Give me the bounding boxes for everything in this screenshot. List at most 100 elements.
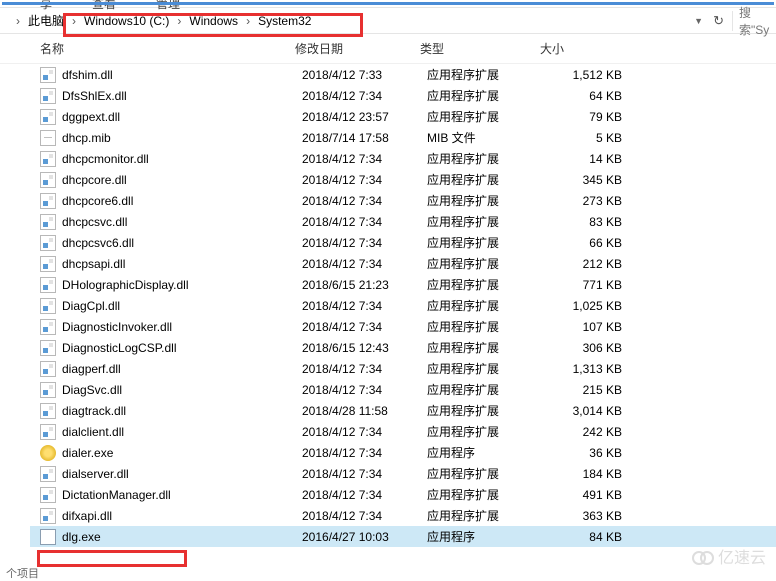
file-row[interactable]: DictationManager.dll2018/4/12 7:34应用程序扩展… [30,484,776,505]
file-type: 应用程序扩展 [427,150,547,167]
file-row[interactable]: DfsShlEx.dll2018/4/12 7:34应用程序扩展64 KB [30,85,776,106]
search-placeholder: 搜索"Sy [739,4,776,38]
file-date: 2018/4/12 7:34 [302,215,427,229]
file-type: 应用程序扩展 [427,402,547,419]
dll-icon [40,298,56,314]
crumb-root[interactable]: 此电脑 [22,10,70,32]
file-row[interactable]: dhcpcore.dll2018/4/12 7:34应用程序扩展345 KB [30,169,776,190]
watermark: 亿速云 [692,544,766,568]
file-row[interactable]: DiagnosticInvoker.dll2018/4/12 7:34应用程序扩… [30,316,776,337]
file-date: 2018/4/12 7:34 [302,320,427,334]
dropdown-icon[interactable]: ▼ [694,16,703,26]
file-row[interactable]: dialclient.dll2018/4/12 7:34应用程序扩展242 KB [30,421,776,442]
dll-icon [40,151,56,167]
dll-icon [40,88,56,104]
file-row[interactable]: difxapi.dll2018/4/12 7:34应用程序扩展363 KB [30,505,776,526]
file-type: MIB 文件 [427,129,547,146]
file-row[interactable]: DHolographicDisplay.dll2018/6/15 21:23应用… [30,274,776,295]
file-size: 5 KB [547,131,622,145]
file-row[interactable]: DiagSvc.dll2018/4/12 7:34应用程序扩展215 KB [30,379,776,400]
file-name: dialclient.dll [62,425,302,439]
col-name[interactable]: 名称 [40,40,295,57]
file-type: 应用程序扩展 [427,213,547,230]
status-bar: 个项目 [0,569,776,576]
file-type: 应用程序扩展 [427,381,547,398]
file-size: 363 KB [547,509,622,523]
chevron-right-icon[interactable]: › [14,14,22,28]
refresh-icon[interactable]: ↻ [713,13,724,29]
file-type: 应用程序扩展 [427,423,547,440]
file-row[interactable]: dhcp.mib2018/7/14 17:58MIB 文件5 KB [30,127,776,148]
file-name: dialserver.dll [62,467,302,481]
col-date[interactable]: 修改日期 [295,40,420,57]
crumb-windows[interactable]: Windows [183,10,244,32]
file-size: 273 KB [547,194,622,208]
file-row[interactable]: dhcpcmonitor.dll2018/4/12 7:34应用程序扩展14 K… [30,148,776,169]
file-date: 2018/4/12 23:57 [302,110,427,124]
chevron-right-icon[interactable]: › [70,14,78,28]
file-type: 应用程序扩展 [427,318,547,335]
file-row[interactable]: diagperf.dll2018/4/12 7:34应用程序扩展1,313 KB [30,358,776,379]
file-row[interactable]: DiagCpl.dll2018/4/12 7:34应用程序扩展1,025 KB [30,295,776,316]
address-bar: › 此电脑 › Windows10 (C:) › Windows › Syste… [0,8,776,34]
dialer-icon [40,445,56,461]
dll-icon [40,67,56,83]
file-date: 2018/4/12 7:34 [302,194,427,208]
dll-icon [40,403,56,419]
file-row[interactable]: dialer.exe2018/4/12 7:34应用程序36 KB [30,442,776,463]
file-date: 2016/4/27 10:03 [302,530,427,544]
dll-icon [40,508,56,524]
col-type[interactable]: 类型 [420,40,540,57]
dll-icon [40,193,56,209]
file-type: 应用程序扩展 [427,276,547,293]
file-name: dhcpcsvc.dll [62,215,302,229]
file-name: dhcpcore.dll [62,173,302,187]
file-size: 64 KB [547,89,622,103]
file-date: 2018/4/12 7:34 [302,488,427,502]
file-type: 应用程序扩展 [427,255,547,272]
dll-icon [40,487,56,503]
file-name: DiagSvc.dll [62,383,302,397]
dll-icon [40,340,56,356]
file-date: 2018/4/12 7:34 [302,446,427,460]
file-name: DiagCpl.dll [62,299,302,313]
file-row[interactable]: dhcpcsvc.dll2018/4/12 7:34应用程序扩展83 KB [30,211,776,232]
file-row[interactable]: dfshim.dll2018/4/12 7:33应用程序扩展1,512 KB [30,64,776,85]
file-name: dhcpsapi.dll [62,257,302,271]
file-row[interactable]: dhcpcsvc6.dll2018/4/12 7:34应用程序扩展66 KB [30,232,776,253]
dll-icon [40,382,56,398]
col-size[interactable]: 大小 [540,40,620,57]
watermark-text: 亿速云 [718,544,766,568]
file-row[interactable]: dlg.exe2016/4/27 10:03应用程序84 KB [30,526,776,547]
file-date: 2018/6/15 21:23 [302,278,427,292]
crumb-drive[interactable]: Windows10 (C:) [78,10,175,32]
file-row[interactable]: dhcpcore6.dll2018/4/12 7:34应用程序扩展273 KB [30,190,776,211]
chevron-right-icon[interactable]: › [175,14,183,28]
dll-icon [40,424,56,440]
column-headers: 名称 修改日期 类型 大小 [0,34,776,64]
dll-icon [40,214,56,230]
file-row[interactable]: dggpext.dll2018/4/12 23:57应用程序扩展79 KB [30,106,776,127]
file-icon [40,130,56,146]
exe-icon [40,529,56,545]
file-type: 应用程序扩展 [427,297,547,314]
file-size: 84 KB [547,530,622,544]
file-date: 2018/4/12 7:33 [302,68,427,82]
file-date: 2018/7/14 17:58 [302,131,427,145]
file-type: 应用程序扩展 [427,234,547,251]
file-date: 2018/4/12 7:34 [302,257,427,271]
file-date: 2018/4/12 7:34 [302,89,427,103]
file-name: dlg.exe [62,530,302,544]
file-date: 2018/4/12 7:34 [302,299,427,313]
crumb-system32[interactable]: System32 [252,10,317,32]
chevron-right-icon[interactable]: › [244,14,252,28]
dll-icon [40,277,56,293]
file-date: 2018/4/12 7:34 [302,467,427,481]
breadcrumb[interactable]: › 此电脑 › Windows10 (C:) › Windows › Syste… [0,8,686,33]
file-row[interactable]: dhcpsapi.dll2018/4/12 7:34应用程序扩展212 KB [30,253,776,274]
file-type: 应用程序 [427,528,547,545]
file-row[interactable]: DiagnosticLogCSP.dll2018/6/15 12:43应用程序扩… [30,337,776,358]
file-row[interactable]: diagtrack.dll2018/4/28 11:58应用程序扩展3,014 … [30,400,776,421]
file-row[interactable]: dialserver.dll2018/4/12 7:34应用程序扩展184 KB [30,463,776,484]
search-input[interactable]: 搜索"Sy [732,11,776,31]
